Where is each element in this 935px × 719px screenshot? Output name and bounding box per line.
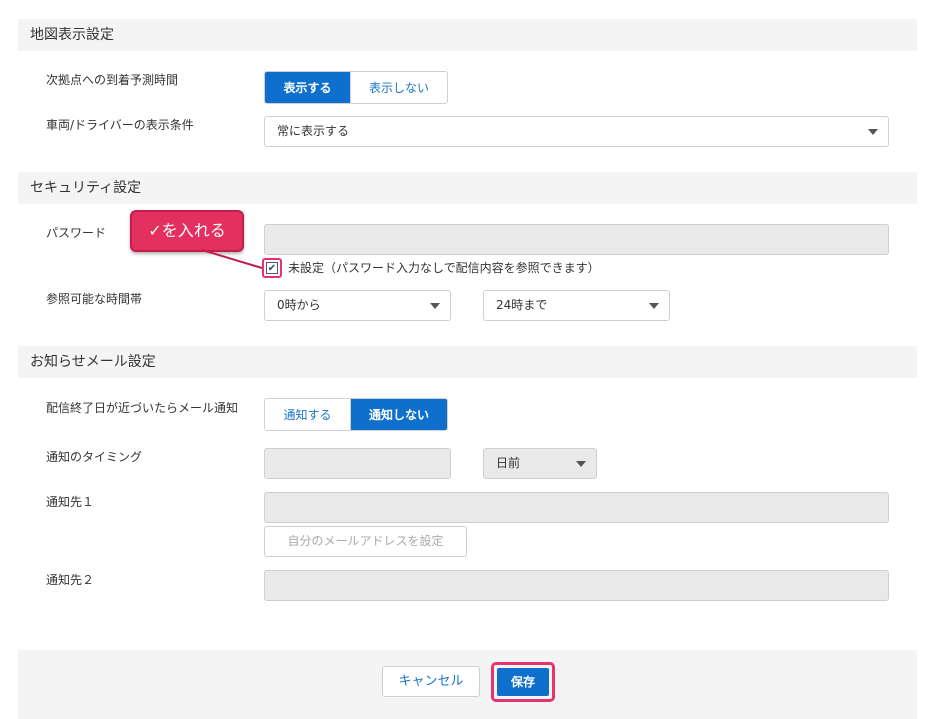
vehicle-display-value: 常に表示する <box>277 124 350 138</box>
callout-pointer <box>201 249 263 269</box>
vehicle-display-select[interactable]: 常に表示する <box>264 116 889 147</box>
chevron-down-icon <box>576 461 586 467</box>
notify-toggle: 通知する 通知しない <box>264 398 448 431</box>
notify-off-option[interactable]: 通知しない <box>350 399 447 430</box>
chevron-down-icon <box>430 303 440 309</box>
unset-checkbox-highlight: ✔ <box>262 258 282 278</box>
unset-label: 未設定（パスワード入力なしで配信内容を参照できます） <box>288 261 600 275</box>
notify-label: 配信終了日が近づいたらメール通知 <box>46 401 239 415</box>
vehicle-display-label: 車両/ドライバーの表示条件 <box>46 118 194 132</box>
destination1-label: 通知先１ <box>46 495 95 509</box>
timing-label: 通知のタイミング <box>46 450 143 464</box>
time-from-value: 0時から <box>277 298 321 312</box>
time-range-label: 参照可能な時間帯 <box>46 292 143 306</box>
destination1-input[interactable] <box>264 492 889 523</box>
arrival-show-option[interactable]: 表示する <box>265 72 350 103</box>
chevron-down-icon <box>868 129 878 135</box>
section-header-security: セキュリティ設定 <box>18 172 917 204</box>
annotation-callout: ✓を入れる <box>130 210 244 252</box>
timing-input[interactable] <box>264 448 451 479</box>
arrival-time-toggle: 表示する 表示しない <box>264 71 448 104</box>
arrival-hide-option[interactable]: 表示しない <box>350 72 447 103</box>
time-to-value: 24時まで <box>496 298 548 312</box>
password-input[interactable] <box>264 224 889 255</box>
unset-checkbox[interactable]: ✔ <box>266 262 278 274</box>
cancel-button[interactable]: キャンセル <box>382 666 480 697</box>
section-header-map: 地図表示設定 <box>18 19 917 51</box>
set-own-email-button[interactable]: 自分のメールアドレスを設定 <box>264 526 467 557</box>
password-label: パスワード <box>46 226 107 240</box>
save-button-highlight: 保存 <box>491 662 555 702</box>
section-header-mail: お知らせメール設定 <box>18 346 917 378</box>
destination2-input[interactable] <box>264 570 889 601</box>
time-from-select[interactable]: 0時から <box>264 290 451 321</box>
chevron-down-icon <box>649 303 659 309</box>
save-button[interactable]: 保存 <box>497 668 549 696</box>
arrival-time-label: 次拠点への到着予測時間 <box>46 73 179 87</box>
timing-unit-value: 日前 <box>496 456 521 470</box>
destination2-label: 通知先２ <box>46 573 95 587</box>
time-to-select[interactable]: 24時まで <box>483 290 670 321</box>
timing-unit-select[interactable]: 日前 <box>483 448 597 479</box>
notify-on-option[interactable]: 通知する <box>265 399 350 430</box>
